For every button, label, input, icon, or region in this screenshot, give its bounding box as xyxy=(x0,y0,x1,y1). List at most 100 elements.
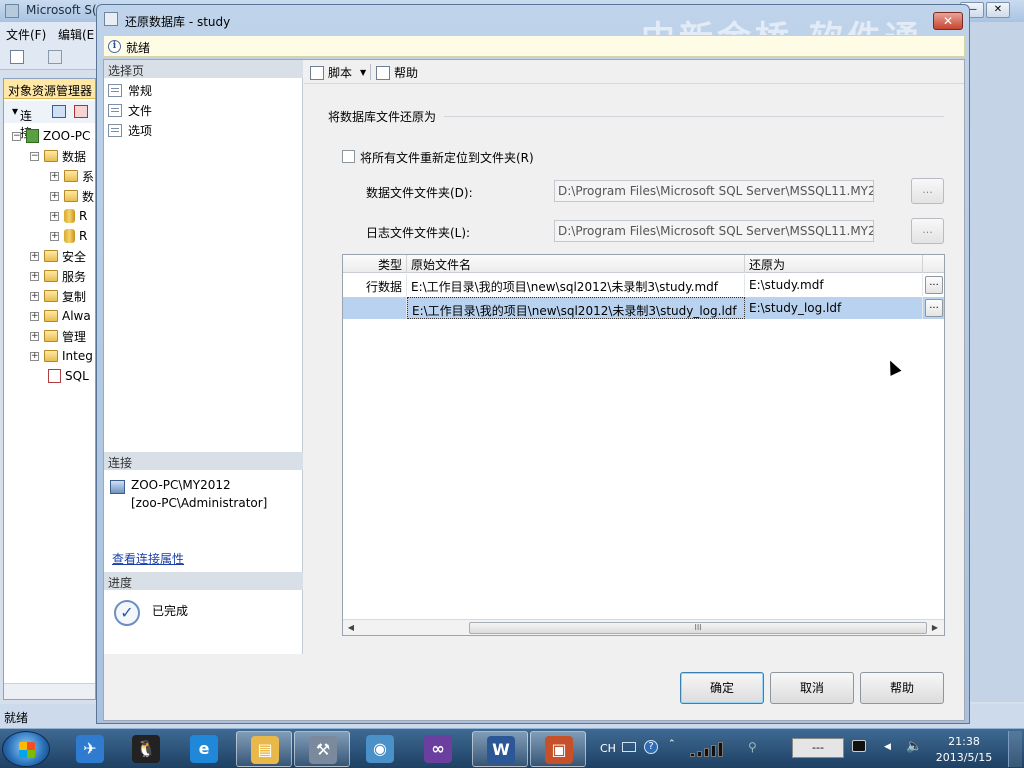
dialog-close-button[interactable]: ✕ xyxy=(933,12,963,30)
tree-node[interactable]: + 安全 xyxy=(30,247,86,265)
grid-horizontal-scrollbar[interactable]: ◀ III ▶ xyxy=(343,619,944,635)
row-browse-button[interactable]: ... xyxy=(925,276,943,294)
row-browse-button[interactable]: ... xyxy=(925,299,943,317)
data-folder-browse-button[interactable]: ... xyxy=(911,178,944,204)
tree-node[interactable]: − ZOO-PC xyxy=(12,127,90,145)
connect-server-icon[interactable] xyxy=(52,105,66,118)
help-toolbar-button[interactable]: 帮助 xyxy=(376,64,418,81)
disconnect-icon[interactable] xyxy=(74,105,88,118)
expand-icon[interactable]: + xyxy=(30,271,39,281)
row-restore-as[interactable]: E:\study.mdf xyxy=(745,274,923,296)
dialog-button-bar: 确定 取消 帮助 xyxy=(104,654,964,720)
tree-node[interactable]: SQL xyxy=(48,367,89,385)
help-tray-icon[interactable]: ? xyxy=(644,740,658,754)
relocate-checkbox-label[interactable]: 将所有文件重新定位到文件夹(R) xyxy=(360,149,534,166)
view-connection-properties-link[interactable]: 查看连接属性 xyxy=(112,550,184,567)
object-explorer-scrollbar[interactable] xyxy=(4,683,95,699)
qq-icon: 🐧 xyxy=(132,735,160,763)
script-dropdown-button[interactable]: 脚本 ▼ xyxy=(310,64,366,81)
help-button[interactable]: 帮助 xyxy=(860,672,944,704)
column-restore-as[interactable]: 还原为 xyxy=(745,255,923,273)
tree-node[interactable]: + 数 xyxy=(50,187,94,205)
dialog-title: 还原数据库 - study xyxy=(125,15,231,29)
expand-icon[interactable]: + xyxy=(50,231,59,241)
server-icon xyxy=(26,129,39,143)
clock-date[interactable]: 2013/5/15 xyxy=(934,751,994,764)
expand-icon[interactable]: + xyxy=(50,211,59,221)
data-folder-field[interactable]: D:\Program Files\Microsoft SQL Server\MS… xyxy=(554,180,874,202)
script-icon xyxy=(310,65,324,80)
clock-time[interactable]: 21:38 xyxy=(934,735,994,748)
page-item-general[interactable]: 常规 xyxy=(108,81,152,99)
row-type-cell: 行数据 xyxy=(343,274,407,296)
tree-node[interactable]: + 管理 xyxy=(30,327,86,345)
language-indicator[interactable]: CH xyxy=(600,742,616,755)
signal-strength-icon[interactable] xyxy=(690,741,734,757)
menu-file[interactable]: 文件(F) xyxy=(6,26,46,43)
log-folder-browse-button[interactable]: ... xyxy=(911,218,944,244)
tree-node-label: Integ xyxy=(62,349,93,363)
page-item-label: 常规 xyxy=(128,83,153,98)
page-icon xyxy=(108,103,122,117)
row-type: 行数据 xyxy=(365,280,402,294)
taskbar-app-button[interactable]: ✈ xyxy=(62,731,118,767)
table-row[interactable]: 行数据 E:\工作目录\我的项目\new\sql2012\未录制3\study.… xyxy=(343,274,944,296)
object-explorer-header: 对象资源管理器 xyxy=(4,79,95,99)
menu-edit[interactable]: 编辑(E xyxy=(58,26,94,43)
status-indicator[interactable]: --- xyxy=(792,738,844,758)
expand-icon[interactable]: + xyxy=(30,331,39,341)
cancel-button[interactable]: 取消 xyxy=(770,672,854,704)
tree-node[interactable]: + 系 xyxy=(50,167,94,185)
row-restore-as[interactable]: E:\study_log.ldf xyxy=(745,297,923,319)
column-original-file[interactable]: 原始文件名 xyxy=(407,255,745,273)
keyboard-icon[interactable] xyxy=(622,742,636,752)
toolbar-grid-icon[interactable] xyxy=(48,50,62,64)
ssms-document-area: — ✕ xyxy=(960,2,1024,702)
tree-node[interactable]: + 服务 xyxy=(30,267,86,285)
taskbar-app-button[interactable]: 🐧 xyxy=(118,731,174,767)
taskbar-app-button[interactable]: ▤ xyxy=(236,731,292,767)
expand-icon[interactable]: + xyxy=(50,171,59,181)
log-folder-field[interactable]: D:\Program Files\Microsoft SQL Server\MS… xyxy=(554,220,874,242)
expand-icon[interactable]: + xyxy=(30,291,39,301)
expand-icon[interactable]: + xyxy=(50,191,59,201)
tree-node[interactable]: + 复制 xyxy=(30,287,86,305)
show-desktop-button[interactable] xyxy=(1008,731,1022,767)
ssms-close-button[interactable]: ✕ xyxy=(986,2,1010,18)
network-icon[interactable]: ⚲ xyxy=(748,740,757,754)
tray-expand-icon[interactable]: ⌃ xyxy=(668,739,676,749)
taskbar-app-button[interactable]: ▣ xyxy=(530,731,586,767)
page-item-options[interactable]: 选项 xyxy=(108,121,152,139)
tree-node[interactable]: + R xyxy=(50,207,87,225)
scrollbar-thumb[interactable]: III xyxy=(469,622,927,634)
taskbar-app-button[interactable]: e xyxy=(176,731,232,767)
tree-node[interactable]: + Alwa xyxy=(30,307,91,325)
relocate-checkbox[interactable] xyxy=(342,150,355,163)
taskbar-app-button[interactable]: ∞ xyxy=(410,731,466,767)
connect-dropdown[interactable]: 连接 ▾ xyxy=(12,104,32,140)
tree-node[interactable]: − 数据 xyxy=(30,147,86,165)
new-query-icon[interactable] xyxy=(10,50,24,64)
scroll-left-icon[interactable]: ◀ xyxy=(345,622,357,634)
tree-node[interactable]: + R xyxy=(50,227,87,245)
ie-icon: e xyxy=(190,735,218,763)
taskbar-app-button[interactable]: ◉ xyxy=(352,731,408,767)
expand-icon[interactable]: + xyxy=(30,351,39,361)
taskbar-app-button[interactable]: ⚒ xyxy=(294,731,350,767)
power-icon[interactable] xyxy=(852,740,866,752)
collapse-icon[interactable]: − xyxy=(30,151,39,161)
page-item-files[interactable]: 文件 xyxy=(108,101,152,119)
scroll-right-icon[interactable]: ▶ xyxy=(929,622,941,634)
table-row[interactable]: E:\工作目录\我的项目\new\sql2012\未录制3\study_log.… xyxy=(343,297,944,319)
collapse-icon[interactable]: − xyxy=(12,131,21,141)
taskbar-app-button[interactable]: W xyxy=(472,731,528,767)
ok-button[interactable]: 确定 xyxy=(680,672,764,704)
column-type[interactable]: 类型 xyxy=(343,255,407,273)
tree-node[interactable]: + Integ xyxy=(30,347,93,365)
volume-icon[interactable]: 🔈 xyxy=(906,739,922,754)
start-button[interactable] xyxy=(2,731,50,767)
expand-icon[interactable]: + xyxy=(30,251,39,261)
expand-icon[interactable]: + xyxy=(30,311,39,321)
flag-icon[interactable]: ◀ xyxy=(884,742,891,752)
tree-node-label: R xyxy=(79,209,88,223)
